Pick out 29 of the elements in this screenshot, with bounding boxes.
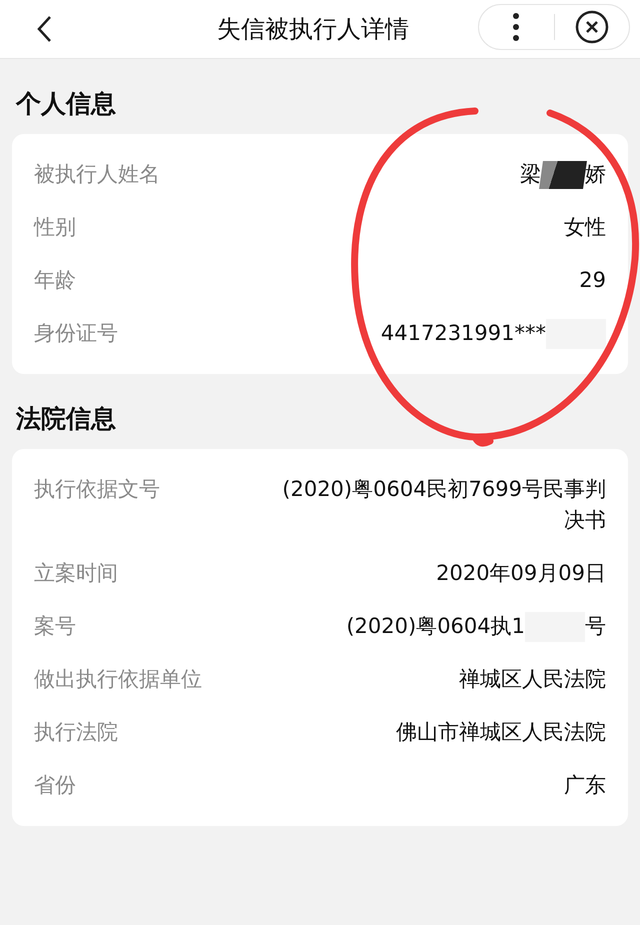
- field-value: 女性: [564, 214, 606, 241]
- field-value: 2020年09月09日: [436, 560, 606, 587]
- section-title: 个人信息: [14, 88, 117, 120]
- field-value: (2020)粤0604执1: [346, 613, 525, 640]
- field-label: 做出执行依据单位: [34, 666, 203, 693]
- field-label: 执行法院: [34, 719, 119, 746]
- field-label: 案号: [34, 613, 77, 640]
- field-label: 性别: [34, 214, 77, 241]
- field-value: 梁: [520, 161, 541, 188]
- field-label: 省份: [34, 772, 77, 799]
- field-label: 身份证号: [34, 320, 119, 347]
- redaction-mark: [539, 160, 587, 188]
- section-title: 法院信息: [14, 403, 117, 435]
- field-value: (2020)粤0604民初7699号民事判决书: [281, 476, 606, 534]
- field-value: 娇: [585, 161, 606, 188]
- redaction-mark: [546, 318, 606, 348]
- more-icon: [512, 12, 520, 42]
- field-value: 禅城区人民法院: [459, 666, 606, 693]
- close-icon: [574, 10, 609, 44]
- field-value: 号: [585, 613, 606, 640]
- field-value: 29: [579, 267, 606, 294]
- field-value: 广东: [564, 772, 606, 799]
- field-label: 执行依据文号: [34, 476, 161, 503]
- page-title: 失信被执行人详情: [217, 14, 409, 45]
- field-label: 被执行人姓名: [34, 161, 161, 188]
- field-label: 立案时间: [34, 560, 119, 587]
- field-value: 4417231991***: [380, 320, 546, 347]
- field-value: 佛山市禅城区人民法院: [396, 719, 606, 746]
- field-label: 年龄: [34, 267, 77, 294]
